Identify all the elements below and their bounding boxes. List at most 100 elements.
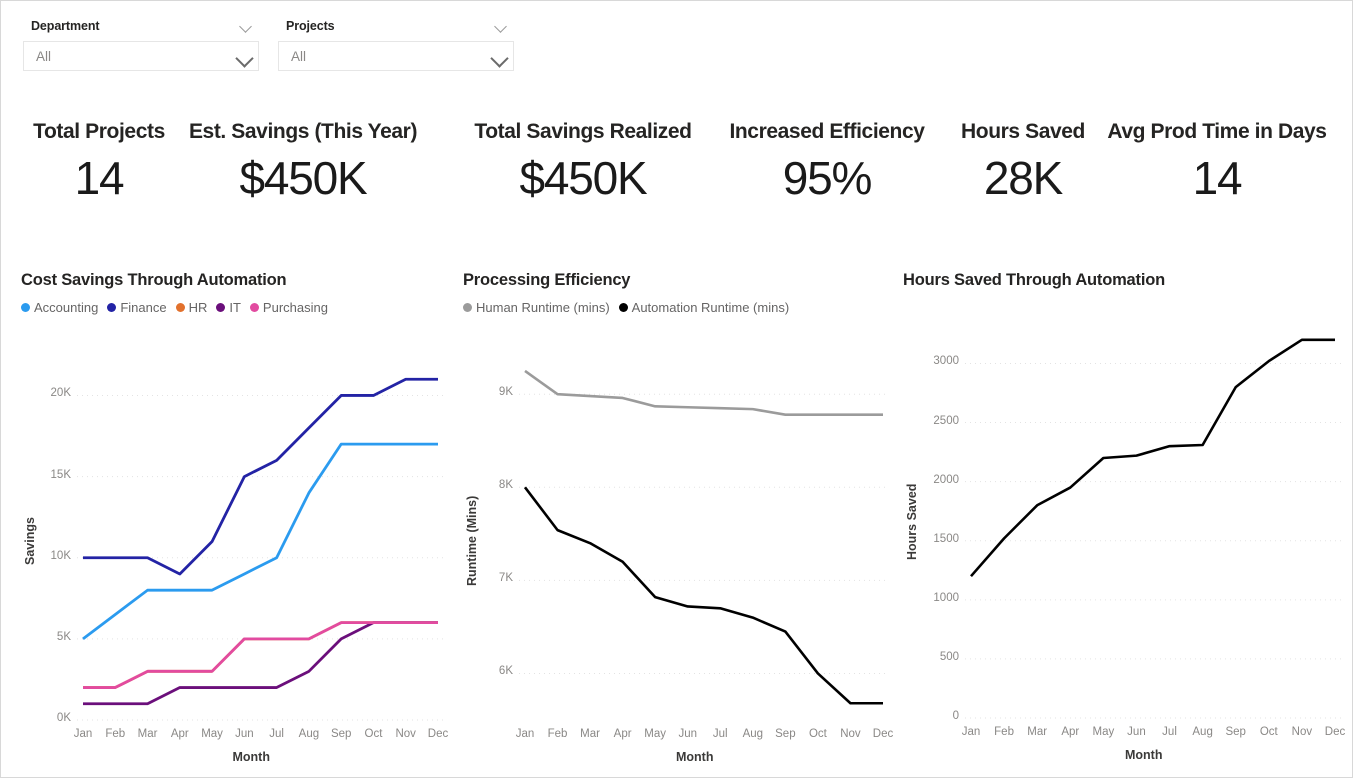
legend-label: HR bbox=[188, 299, 208, 315]
x-axis-tick-label: Feb bbox=[547, 728, 568, 740]
x-axis-tick-label: Jun bbox=[1127, 726, 1146, 738]
slicer-projects[interactable]: Projects All bbox=[278, 15, 514, 77]
legend-swatch-icon bbox=[21, 302, 30, 312]
y-axis-title: Savings bbox=[23, 517, 37, 566]
chevron-down-icon[interactable] bbox=[495, 20, 508, 33]
x-axis-title: Month bbox=[676, 750, 714, 764]
y-axis-tick-label: 6K bbox=[498, 665, 513, 678]
x-axis-tick-label: May bbox=[644, 728, 667, 740]
slicer-title: Department bbox=[31, 19, 100, 33]
x-axis-tick-label: Feb bbox=[105, 728, 126, 740]
y-axis-tick-label: 9K bbox=[498, 386, 513, 399]
series-line[interactable] bbox=[83, 621, 438, 706]
x-axis-tick-label: Jun bbox=[235, 728, 254, 740]
legend-label: Accounting bbox=[34, 299, 99, 315]
legend-swatch-icon bbox=[249, 302, 259, 312]
chart-svg bbox=[965, 338, 1341, 719]
x-axis-tick-label: Jan bbox=[73, 728, 93, 740]
legend-item-accounting[interactable]: Accounting bbox=[21, 300, 98, 315]
report-canvas: Department All Projects All Total Projec… bbox=[0, 0, 1353, 778]
chart-legend[interactable]: Accounting Finance HR IT Purchasing bbox=[21, 299, 446, 315]
x-axis-tick-label: Jan bbox=[961, 726, 981, 738]
x-axis-tick-label: Jul bbox=[269, 728, 284, 740]
legend-label: Human Runtime (mins) bbox=[476, 299, 610, 315]
kpi-value: $450K bbox=[519, 152, 647, 204]
x-axis-tick-label: Apr bbox=[1061, 726, 1080, 738]
y-axis-tick-label: 0 bbox=[952, 710, 959, 722]
y-axis-tick-label: 15K bbox=[50, 468, 71, 481]
y-axis-title: Runtime (Mins) bbox=[465, 495, 479, 587]
x-axis-tick-label: Aug bbox=[742, 728, 764, 740]
x-axis-tick-label: Jul bbox=[1162, 726, 1177, 738]
chart-plot-area[interactable]: 0 500 1000 1500 2000 2500 3000 Jan Feb Mar Apr May J… bbox=[903, 308, 1345, 777]
slicer-dropdown[interactable]: All bbox=[278, 41, 514, 71]
legend-item-automation-runtime[interactable]: Automation Runtime (mins) bbox=[618, 300, 789, 315]
chart-panel-hours-saved[interactable]: Hours Saved Through Automation 0 500 1000 1… bbox=[903, 271, 1345, 762]
kpi-card-est-savings[interactable]: Est. Savings (This Year) $450K bbox=[177, 119, 429, 207]
kpi-card-increased-efficiency[interactable]: Increased Efficiency 95% bbox=[714, 119, 940, 207]
x-axis-tick-label: Nov bbox=[840, 728, 861, 740]
x-axis-tick-label: Dec bbox=[872, 728, 894, 740]
legend-item-hr[interactable]: HR bbox=[175, 299, 208, 315]
legend-swatch-icon bbox=[107, 302, 117, 312]
kpi-card-total-savings-realized[interactable]: Total Savings Realized $450K bbox=[460, 119, 706, 207]
series-line[interactable] bbox=[82, 442, 438, 640]
kpi-card-total-projects[interactable]: Total Projects 14 bbox=[23, 119, 175, 207]
chart-svg bbox=[77, 377, 444, 721]
series-line[interactable] bbox=[83, 621, 438, 689]
chart-title: Cost Savings Through Automation bbox=[21, 271, 287, 289]
y-axis-tick-label: 1000 bbox=[933, 591, 959, 604]
chevron-down-icon[interactable] bbox=[237, 50, 250, 63]
x-axis-tick-label: Apr bbox=[170, 728, 189, 740]
slicer-selected-value: All bbox=[36, 48, 52, 64]
x-axis-tick-label: Oct bbox=[808, 728, 827, 740]
slicer-department[interactable]: Department All bbox=[23, 15, 259, 77]
x-axis-tick-label: Sep bbox=[1225, 726, 1246, 738]
x-axis-tick-label: Jan bbox=[515, 728, 535, 740]
legend-item-it[interactable]: IT bbox=[216, 300, 241, 315]
legend-swatch-icon bbox=[175, 302, 185, 312]
y-axis-tick-label: 500 bbox=[939, 650, 959, 663]
chart-legend[interactable]: Human Runtime (mins) Automation Runtime … bbox=[463, 299, 893, 315]
x-axis-tick-label: Oct bbox=[1259, 726, 1278, 738]
slicer-selected-value: All bbox=[291, 48, 307, 64]
kpi-label: Increased Efficiency bbox=[729, 120, 925, 143]
legend-swatch-icon bbox=[216, 302, 226, 312]
chart-plot-area[interactable]: 6K 7K 8K 9K Jan Feb Mar Apr May Jun Jul Aug Sep Oct No… bbox=[463, 327, 893, 772]
kpi-value: 28K bbox=[983, 152, 1063, 204]
chevron-down-icon[interactable] bbox=[240, 20, 253, 33]
series-line[interactable] bbox=[524, 369, 883, 417]
series-line[interactable] bbox=[523, 486, 883, 705]
y-axis-tick-label: 0K bbox=[56, 712, 71, 724]
legend-item-purchasing[interactable]: Purchasing bbox=[249, 300, 328, 315]
x-axis-tick-label: Aug bbox=[1192, 726, 1213, 738]
chart-panel-processing-efficiency[interactable]: Processing Efficiency Human Runtime (min… bbox=[463, 271, 893, 764]
x-axis-tick-label: Dec bbox=[427, 728, 449, 740]
x-axis-tick-label: Jun bbox=[678, 728, 697, 740]
chart-panel-cost-savings[interactable]: Cost Savings Through Automation Accounti… bbox=[21, 271, 448, 764]
y-axis-tick-label: 3000 bbox=[933, 355, 959, 368]
x-axis-title: Month bbox=[1125, 748, 1163, 762]
legend-swatch-icon bbox=[618, 302, 628, 312]
slicer-dropdown[interactable]: All bbox=[23, 41, 259, 71]
chevron-down-icon[interactable] bbox=[492, 50, 505, 63]
legend-label: IT bbox=[229, 299, 241, 315]
kpi-label: Est. Savings (This Year) bbox=[188, 120, 418, 143]
legend-item-human-runtime[interactable]: Human Runtime (mins) bbox=[463, 300, 610, 315]
kpi-label: Total Projects bbox=[33, 120, 165, 143]
kpi-label: Hours Saved bbox=[961, 120, 1085, 143]
slicer-title: Projects bbox=[286, 19, 335, 33]
x-axis-tick-label: Sep bbox=[775, 728, 796, 740]
x-axis-tick-label: Feb bbox=[994, 726, 1014, 738]
x-axis-tick-label: Mar bbox=[137, 728, 158, 740]
x-axis-tick-label: May bbox=[1092, 726, 1115, 738]
series-line[interactable] bbox=[83, 377, 438, 576]
x-axis-tick-label: Nov bbox=[1291, 726, 1313, 738]
chart-plot-area[interactable]: 0K 5K 10K 15K 20K Jan Feb Mar Apr May Jun Jul Aug Sep… bbox=[21, 327, 448, 772]
kpi-card-hours-saved[interactable]: Hours Saved 28K bbox=[949, 119, 1097, 207]
kpi-label: Total Savings Realized bbox=[474, 120, 692, 143]
kpi-card-avg-prod-time[interactable]: Avg Prod Time in Days 14 bbox=[1097, 119, 1337, 207]
y-axis-tick-label: 5K bbox=[56, 630, 71, 643]
x-axis-tick-label: Jul bbox=[712, 728, 728, 740]
legend-item-finance[interactable]: Finance bbox=[107, 300, 167, 315]
